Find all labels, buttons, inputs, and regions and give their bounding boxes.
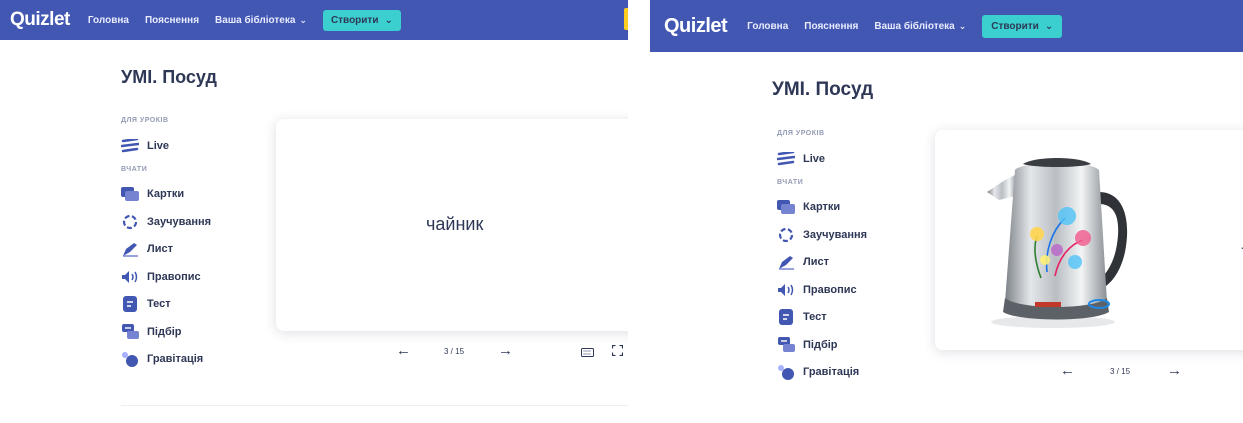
sidebar-item-write[interactable]: Лист (121, 236, 211, 264)
top-nav: Quizlet Головна Пояснення Ваша бібліотек… (650, 0, 1243, 52)
sidebar-item-gravity[interactable]: Гравітація (777, 359, 867, 387)
quizlet-panel-image: Quizlet Головна Пояснення Ваша бібліотек… (650, 0, 1243, 423)
card-counter: 3 / 15 (1110, 367, 1131, 376)
screenshot-stage: Quizlet Головна Пояснення Ваша бібліотек… (0, 0, 1243, 423)
sidebar-item-match[interactable]: Підбір (777, 331, 867, 359)
learn-icon (121, 213, 139, 231)
nav-explanations[interactable]: Пояснення (804, 21, 858, 32)
sidebar-item-spell[interactable]: Правопис (121, 263, 211, 291)
next-card-button[interactable]: → (1167, 362, 1182, 379)
sidebar-item-gravity[interactable]: Гравітація (121, 346, 211, 374)
cards-icon (777, 198, 795, 216)
study-sidebar: ДЛЯ УРОКІВ Live ВЧАТИ Картки Заучування … (777, 130, 867, 386)
arrow-right-icon: → (498, 342, 513, 359)
spell-icon (777, 281, 795, 299)
sidebar-item-spell[interactable]: Правопис (777, 276, 867, 304)
match-icon (777, 336, 795, 354)
sidebar-item-learn[interactable]: Заучування (777, 221, 867, 249)
sidebar-item-match[interactable]: Підбір (121, 318, 211, 346)
live-icon (121, 137, 139, 155)
section-label-study: ВЧАТИ (777, 178, 804, 186)
set-title: УМІ. Посуд (772, 79, 874, 100)
fullscreen-icon (611, 343, 624, 361)
fullscreen-button[interactable] (611, 343, 624, 361)
quizlet-logo[interactable]: Quizlet (10, 9, 70, 31)
quizlet-panel-term: Quizlet Головна Пояснення Ваша бібліотек… (0, 0, 628, 423)
flashcard-term: чайник (426, 214, 484, 234)
divider (121, 405, 628, 406)
nav-home[interactable]: Головна (88, 15, 129, 26)
section-label-study: ВЧАТИ (121, 165, 148, 173)
next-card-button[interactable]: → (498, 342, 513, 359)
match-icon (121, 323, 139, 341)
learn-icon (777, 226, 795, 244)
create-button[interactable]: Створити ⌄ (982, 14, 1063, 38)
test-icon (777, 308, 795, 326)
chevron-down-icon: ⌄ (384, 14, 393, 26)
quizlet-logo[interactable]: Quizlet (664, 15, 728, 38)
nav-explanations[interactable]: Пояснення (145, 15, 199, 26)
gravity-icon (777, 363, 795, 381)
keyboard-icon (581, 344, 594, 362)
chevron-down-icon: ⌄ (299, 14, 307, 25)
nav-home[interactable]: Головна (747, 21, 788, 32)
keyboard-shortcuts-button[interactable] (581, 344, 594, 362)
kettle-image (987, 158, 1128, 328)
live-icon (777, 150, 795, 168)
arrow-right-icon: → (1167, 362, 1182, 379)
set-title: УМІ. Посуд (121, 67, 217, 87)
arrow-left-icon: ← (1060, 362, 1075, 379)
sidebar-item-cards[interactable]: Картки (777, 194, 867, 222)
prev-card-button[interactable]: ← (396, 342, 411, 359)
card-counter: 3 / 15 (444, 347, 465, 356)
sidebar-item-test[interactable]: Тест (121, 291, 211, 319)
sidebar-item-write[interactable]: Лист (777, 249, 867, 277)
sidebar-item-learn[interactable]: Заучування (121, 208, 211, 236)
top-nav: Quizlet Головна Пояснення Ваша бібліотек… (0, 0, 628, 40)
write-icon (777, 253, 795, 271)
flashcard-front[interactable]: чайник (276, 119, 628, 331)
chevron-down-icon: ⌄ (958, 20, 967, 31)
sidebar-item-live[interactable]: Live (777, 145, 867, 173)
upgrade-button-edge[interactable] (624, 8, 628, 30)
prev-card-button[interactable]: ← (1060, 362, 1075, 379)
section-label-lessons: ДЛЯ УРОКІВ (777, 130, 825, 137)
section-label-lessons: ДЛЯ УРОКІВ (121, 117, 169, 124)
sidebar-item-live[interactable]: Live (121, 132, 211, 160)
nav-library[interactable]: Ваша бібліотека ⌄ (215, 15, 307, 26)
sidebar-item-test[interactable]: Тест (777, 304, 867, 332)
write-icon (121, 240, 139, 258)
cards-icon (121, 185, 139, 203)
spell-icon (121, 268, 139, 286)
study-sidebar: ДЛЯ УРОКІВ Live ВЧАТИ Картки Заучування … (121, 117, 211, 373)
nav-library[interactable]: Ваша бібліотека ⌄ (874, 21, 966, 32)
sidebar-item-cards[interactable]: Картки (121, 181, 211, 209)
create-button[interactable]: Створити ⌄ (322, 9, 401, 31)
chevron-down-icon: ⌄ (1044, 20, 1054, 32)
test-icon (121, 295, 139, 313)
arrow-left-icon: ← (396, 342, 411, 359)
flashcard-back[interactable]: ... (935, 130, 1243, 350)
gravity-icon (121, 350, 139, 368)
